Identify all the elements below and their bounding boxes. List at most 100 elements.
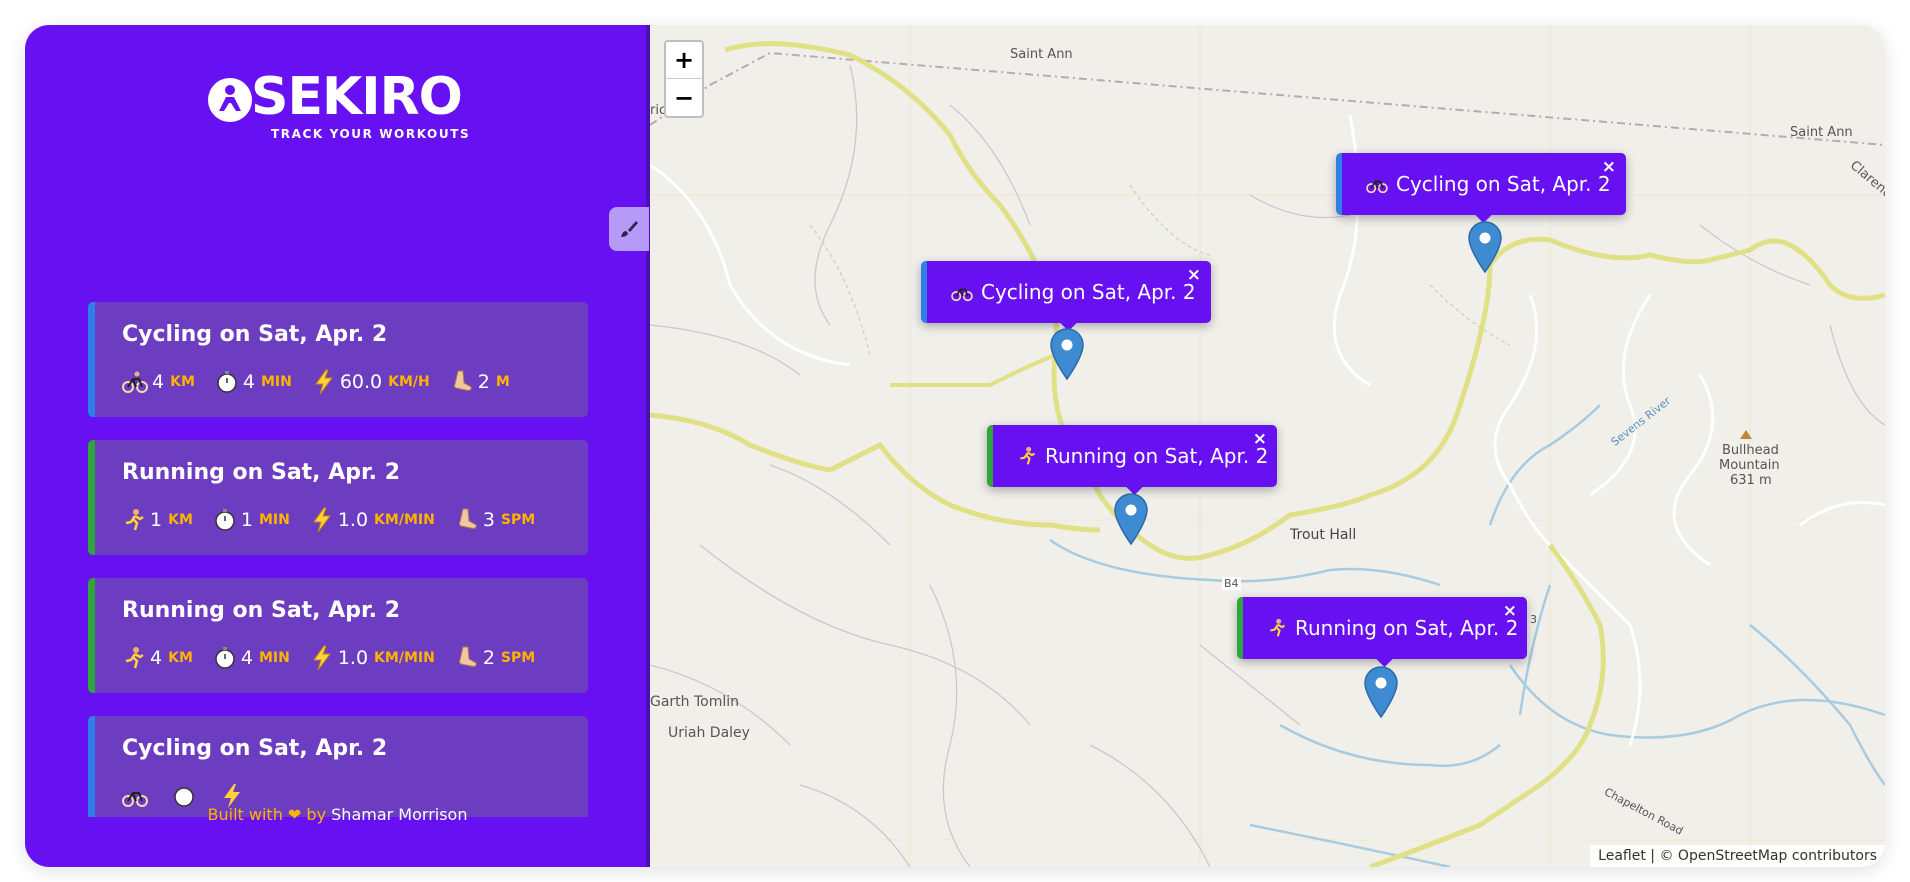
stat-duration: 4 MIN xyxy=(213,646,290,670)
workout-card-cycling[interactable]: Cycling on Sat, Apr. 2 4 KM 4 MIN 60.0 K… xyxy=(88,302,588,417)
stat-duration-value: 4 xyxy=(242,371,255,393)
stat-distance: 4 KM xyxy=(122,646,193,670)
stat-duration: 4 MIN xyxy=(215,370,292,394)
lightning-icon xyxy=(314,369,333,395)
stat-pace-value: 1.0 xyxy=(337,509,369,531)
map-label-road-b4: B4 xyxy=(1222,577,1241,590)
logo-text: SEKIRO xyxy=(251,67,463,127)
workout-card-running[interactable]: Running on Sat, Apr. 2 4 KM 4 MIN 1.0 KM… xyxy=(88,578,588,693)
map-label-road-b3: 3 xyxy=(1530,613,1537,626)
stat-distance-value: 4 xyxy=(152,371,165,393)
map-label-saint-ann: Saint Ann xyxy=(1790,125,1853,140)
logo-tagline: TRACK YOUR WORKOUTS xyxy=(271,127,471,141)
paintbrush-icon xyxy=(621,221,638,237)
map-label-elevation: 631 m xyxy=(1730,473,1772,488)
stopwatch-icon xyxy=(215,647,235,669)
stat-distance-value: 4 xyxy=(150,647,163,669)
stat-elevation-value: 2 xyxy=(477,371,490,393)
runner-icon xyxy=(1017,446,1037,466)
stat-duration-value: 4 xyxy=(240,647,253,669)
lightning-icon xyxy=(312,507,331,533)
workout-title: Running on Sat, Apr. 2 xyxy=(122,460,401,485)
stat-distance: 4 KM xyxy=(122,370,195,394)
stat-duration-unit: MIN xyxy=(258,512,290,528)
stat-distance: 1 KM xyxy=(122,508,193,532)
map-label-uriah-daley: Uriah Daley xyxy=(668,725,750,741)
foot-icon xyxy=(453,370,472,391)
workout-popup-running[interactable]: Running on Sat, Apr. 2 × xyxy=(987,425,1277,487)
attribution-leaflet-link[interactable]: Leaflet xyxy=(1598,848,1646,864)
zoom-in-button[interactable]: + xyxy=(666,42,702,79)
bicycle-icon xyxy=(1366,174,1388,194)
runner-icon xyxy=(1267,618,1287,638)
footer-by: by xyxy=(306,805,327,824)
logo: SEKIRO TRACK YOUR WORKOUTS xyxy=(205,67,495,165)
stat-distance-unit: KM xyxy=(168,650,193,666)
bicycle-icon xyxy=(122,371,148,393)
popup-label: Running on Sat, Apr. 2 xyxy=(1045,444,1269,468)
stat-distance-unit: KM xyxy=(170,374,195,390)
stat-duration: 1 MIN xyxy=(213,508,290,532)
stat-pace-unit: KM/MIN xyxy=(374,512,435,528)
workout-stats: 4 KM 4 MIN 1.0 KM/MIN 2 SPM xyxy=(122,645,555,671)
footer-prefix: Built with xyxy=(207,805,283,824)
bicycle-icon xyxy=(951,282,973,302)
workout-card-running[interactable]: Running on Sat, Apr. 2 1 KM 1 MIN 1.0 KM… xyxy=(88,440,588,555)
footer: Built with ❤ by Shamar Morrison xyxy=(25,805,650,824)
foot-icon xyxy=(458,646,477,667)
runner-icon xyxy=(125,647,144,669)
map-marker-pin-icon[interactable] xyxy=(1364,666,1398,718)
stat-pace-value: 1.0 xyxy=(337,647,369,669)
stat-speed-unit: KM/H xyxy=(388,374,430,390)
logo-mark-icon xyxy=(208,78,252,122)
stat-elevation: 2 M xyxy=(450,369,510,395)
map-marker-pin-icon[interactable] xyxy=(1114,493,1148,545)
workout-title: Cycling on Sat, Apr. 2 xyxy=(122,736,388,761)
runner-icon xyxy=(125,509,144,531)
popup-close-button[interactable]: × xyxy=(1602,157,1616,177)
sidebar: SEKIRO TRACK YOUR WORKOUTS Cycling on Sa… xyxy=(25,25,650,867)
map-label-garth-tomlin: Garth Tomlin xyxy=(650,694,740,710)
stat-speed: 60.0 KM/H xyxy=(312,369,430,395)
foot-icon xyxy=(458,508,477,529)
stat-cadence-value: 3 xyxy=(482,509,495,531)
popup-label: Cycling on Sat, Apr. 2 xyxy=(981,280,1196,304)
stat-distance-unit: KM xyxy=(168,512,193,528)
stat-duration-unit: MIN xyxy=(258,650,290,666)
map-marker-pin-icon[interactable] xyxy=(1468,221,1502,273)
map-marker-pin-icon[interactable] xyxy=(1050,328,1084,380)
stat-pace: 1.0 KM/MIN xyxy=(310,645,435,671)
lightning-icon xyxy=(312,645,331,671)
attribution-separator: | © xyxy=(1650,848,1674,864)
workout-popup-cycling[interactable]: Cycling on Sat, Apr. 2 × xyxy=(921,261,1211,323)
workout-title: Running on Sat, Apr. 2 xyxy=(122,598,401,623)
popup-close-button[interactable]: × xyxy=(1253,429,1267,449)
popup-label: Cycling on Sat, Apr. 2 xyxy=(1396,172,1611,196)
map[interactable]: Saint Ann Saint Ann Clarendo ric Trout H… xyxy=(650,25,1885,867)
popup-close-button[interactable]: × xyxy=(1503,601,1517,621)
stat-cadence: 2 SPM xyxy=(455,645,535,671)
workout-stats: 4 KM 4 MIN 60.0 KM/H 2 M xyxy=(122,369,530,395)
zoom-control: + − xyxy=(664,40,704,118)
workout-title: Cycling on Sat, Apr. 2 xyxy=(122,322,388,347)
map-label-saint-ann: Saint Ann xyxy=(1010,47,1073,62)
footer-author-link[interactable]: Shamar Morrison xyxy=(331,805,467,824)
stat-duration-value: 1 xyxy=(240,509,253,531)
attribution-osm-link[interactable]: OpenStreetMap xyxy=(1678,848,1787,864)
stat-cadence-value: 2 xyxy=(482,647,495,669)
popup-close-button[interactable]: × xyxy=(1187,265,1201,285)
map-label-mountain: Mountain xyxy=(1719,458,1780,473)
stopwatch-icon xyxy=(215,509,235,531)
popup-label: Running on Sat, Apr. 2 xyxy=(1295,616,1519,640)
stat-distance-value: 1 xyxy=(150,509,163,531)
zoom-out-button[interactable]: − xyxy=(666,79,702,116)
stat-speed-value: 60.0 xyxy=(339,371,383,393)
workout-popup-running[interactable]: Running on Sat, Apr. 2 × xyxy=(1237,597,1527,659)
workout-card-cycling[interactable]: Cycling on Sat, Apr. 2 xyxy=(88,716,588,817)
stat-pace: 1.0 KM/MIN xyxy=(310,507,435,533)
workout-popup-cycling[interactable]: Cycling on Sat, Apr. 2 × xyxy=(1336,153,1626,215)
theme-toggle-button[interactable] xyxy=(609,207,649,251)
stat-cadence: 3 SPM xyxy=(455,507,535,533)
app-container: SEKIRO TRACK YOUR WORKOUTS Cycling on Sa… xyxy=(25,25,1885,867)
stat-elevation-unit: M xyxy=(495,374,510,390)
